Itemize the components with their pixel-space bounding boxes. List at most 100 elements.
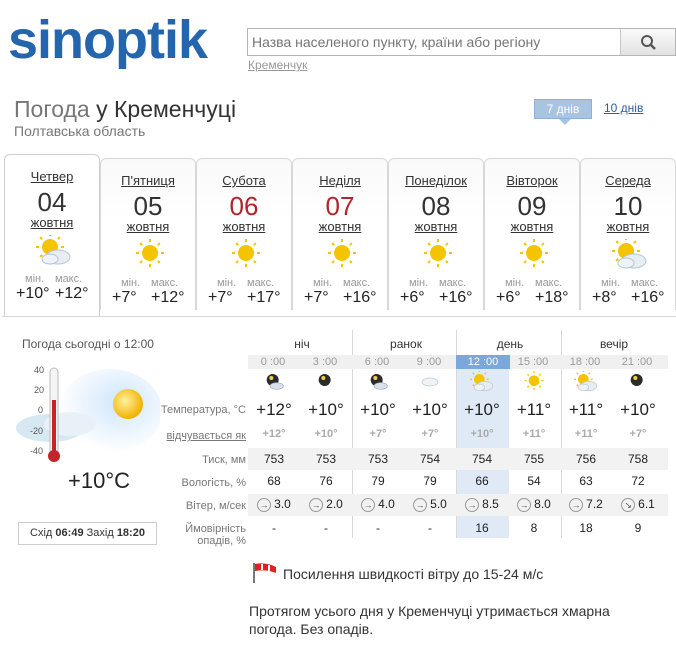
wind-speed: 7.2 [586,497,603,511]
row-label: відчувається як [166,430,246,442]
weather-description: Протягом усього дня у Кременчуці утримає… [249,603,610,637]
hour-label: 6 :00 [364,356,390,368]
hour-precip: - [376,521,380,535]
hour-wind: → 4.0 [353,497,403,512]
wind-direction-icon: → [413,497,428,512]
hour-wind: → 8.5 [457,497,507,512]
hour-humidity: 66 [475,474,489,488]
wind-direction-icon: → [569,497,584,512]
wind-direction-icon: → [517,497,532,512]
hour-pressure: 753 [263,452,285,466]
hour-precip: - [272,521,276,535]
hour-feels: +7° [369,428,387,440]
hour-feels: +10° [470,428,494,440]
hour-precip: 18 [579,521,593,535]
hour-label: 3 :00 [312,356,338,368]
wind-alert: Посилення швидкості вітру до 15-24 м/с [283,566,544,582]
min-temp: +10° [16,285,50,302]
cloud-icon [421,377,439,387]
hour-label: 9 :00 [416,356,442,368]
day-card[interactable]: Четвер 04 жовтня мін. макс. +10° +12° [4,154,100,316]
hour-temp: +11° [568,400,604,419]
hour-wind: → 7.2 [561,497,611,512]
hour-feels: +11° [574,428,598,440]
wind-flag-icon [250,561,280,585]
moon-icon [630,374,643,386]
wind-speed: 5.0 [430,497,447,511]
hour-pressure: 754 [471,452,493,466]
hour-feels: +7° [421,428,439,440]
hour-feels: +7° [629,428,647,440]
hour-precip: 8 [530,521,538,535]
wind-speed: 8.5 [482,497,499,511]
hour-feels: +12° [262,428,286,440]
hour-label: 12 :00 [456,355,510,369]
hour-wind: → 2.0 [301,497,351,512]
hour-precip: - [324,521,328,535]
day-name: Четвер [30,169,74,184]
moon-icon [318,374,331,386]
wind-speed: 6.1 [638,497,655,511]
wind-speed: 4.0 [378,497,395,511]
cloudy-sun-icon [36,235,71,265]
hour-humidity: 68 [267,474,281,488]
period-header: день [496,337,524,351]
hour-pressure: 754 [419,452,441,466]
wind-direction-icon: → [309,497,324,512]
hour-humidity: 79 [423,474,437,488]
row-label: Тиск, мм [202,454,246,466]
hour-temp: +10° [412,400,448,419]
hour-pressure: 753 [367,452,389,466]
hour-wind: → 5.0 [405,497,455,512]
hourly-table: ніч ранок день вечір 0 :00 3 :00 6 :00 9 :00 12 … [0,0,676,650]
hour-temp: +10° [308,400,344,419]
min-label: мін. [25,273,45,285]
wind-direction-icon: → [465,497,480,512]
row-label: Вітер, м/сек [185,500,246,512]
wind-direction-icon: → [361,497,376,512]
hour-precip: 16 [475,521,489,535]
row-label: Вологість, % [181,477,247,489]
wind-speed: 8.0 [534,497,551,511]
hour-pressure: 755 [523,452,545,466]
cloudy-sun-icon [574,371,597,391]
moon-cloud-icon [266,374,284,390]
wind-direction-icon: ↘ [621,497,636,512]
wind-direction-icon: → [257,497,272,512]
hour-label: 0 :00 [260,356,286,368]
row-label: Температура, °C [160,404,246,416]
hour-wind: ↘ 6.1 [613,497,663,512]
hour-label: 21 :00 [621,356,653,368]
hour-humidity: 54 [527,474,541,488]
sun-icon [524,371,544,390]
max-temp: +12° [55,285,89,302]
max-label: макс. [55,273,83,285]
hour-temp: +10° [620,400,656,419]
hour-humidity: 72 [631,474,645,488]
hour-label: 18 :00 [569,356,601,368]
hour-label: 15 :00 [517,356,549,368]
cloudy-sun-icon [470,371,493,391]
period-header: вечір [599,337,629,351]
wind-speed: 2.0 [326,497,343,511]
hour-precip: 9 [634,521,642,535]
hour-wind: → 3.0 [249,497,299,512]
period-header: ранок [390,337,422,351]
hour-temp: +12° [256,400,292,419]
row-label: Ймовірність [185,523,246,535]
hour-pressure: 756 [575,452,597,466]
hour-temp: +11° [516,400,552,419]
hour-precip: - [428,521,432,535]
day-month: жовтня [30,215,74,230]
hour-humidity: 63 [579,474,593,488]
wind-speed: 3.0 [274,497,291,511]
hour-pressure: 753 [315,452,337,466]
moon-cloud-icon [370,374,388,390]
day-date: 04 [37,187,67,217]
row-label: опадів, % [197,535,246,547]
hour-feels: +10° [314,428,338,440]
hour-wind: → 8.0 [509,497,559,512]
period-header: ніч [294,337,310,351]
hour-temp: +10° [464,400,500,419]
hour-humidity: 79 [371,474,385,488]
